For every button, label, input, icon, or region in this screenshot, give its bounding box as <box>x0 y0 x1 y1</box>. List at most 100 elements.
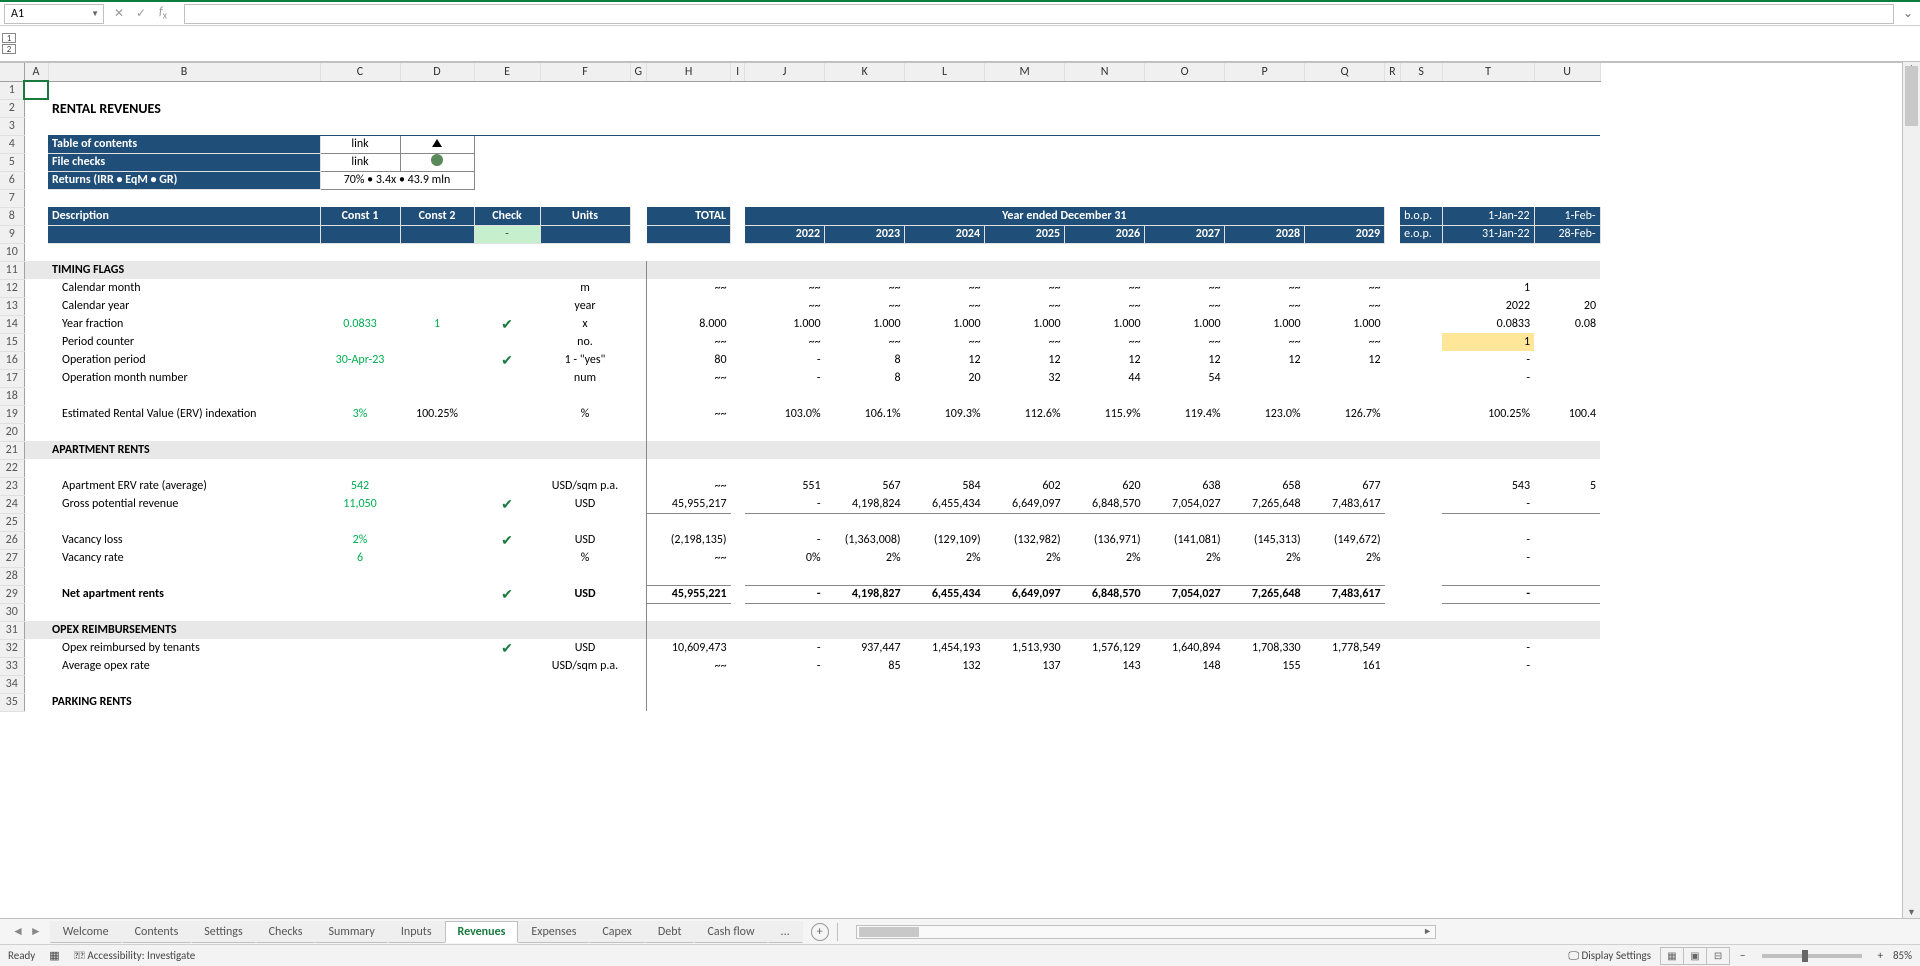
page-layout-view-button[interactable]: ▣ <box>1683 947 1707 965</box>
cancel-icon[interactable]: ✕ <box>110 6 128 21</box>
row-header[interactable]: 34 <box>0 675 24 693</box>
year-cell[interactable]: 567 <box>825 477 905 495</box>
year-cell[interactable]: 85 <box>825 657 905 675</box>
year-cell[interactable]: 126.7% <box>1305 405 1385 423</box>
year-cell[interactable]: 6,455,434 <box>905 585 985 603</box>
year-cell[interactable]: ~~ <box>985 297 1065 315</box>
const2-cell[interactable] <box>400 549 474 567</box>
const2-cell[interactable]: 100.25% <box>400 405 474 423</box>
const1-cell[interactable] <box>320 333 400 351</box>
month-cell[interactable]: 0.0833 <box>1442 315 1534 333</box>
year-cell[interactable]: 7,265,648 <box>1225 495 1305 513</box>
section-header[interactable]: PARKING RENTS <box>48 693 320 711</box>
section-header[interactable]: OPEX REIMBURSEMENTS <box>48 621 320 639</box>
row-header[interactable]: 16 <box>0 351 24 369</box>
year-cell[interactable]: 7,054,027 <box>1145 585 1225 603</box>
total-cell[interactable]: 10,609,473 <box>647 639 731 657</box>
units-cell[interactable]: % <box>540 549 630 567</box>
year-cell[interactable]: 6,455,434 <box>905 495 985 513</box>
year-cell[interactable]: ~~ <box>1305 297 1385 315</box>
year-cell[interactable]: 137 <box>985 657 1065 675</box>
month-cell[interactable]: - <box>1442 351 1534 369</box>
total-cell[interactable]: ~~ <box>647 405 731 423</box>
year-cell[interactable]: 6,848,570 <box>1065 495 1145 513</box>
month-cell[interactable] <box>1534 639 1600 657</box>
col-header[interactable]: N <box>1065 63 1145 81</box>
year-cell[interactable]: 2% <box>1145 549 1225 567</box>
col-header[interactable]: Q <box>1305 63 1385 81</box>
year-cell[interactable]: - <box>745 351 825 369</box>
const2-cell[interactable]: 1 <box>400 315 474 333</box>
year-cell[interactable]: - <box>745 531 825 549</box>
scrollbar-thumb[interactable] <box>1905 66 1918 126</box>
year-cell[interactable]: - <box>745 585 825 603</box>
row-label[interactable]: Calendar year <box>48 297 320 315</box>
row-header[interactable]: 19 <box>0 405 24 423</box>
row-header[interactable]: 8 <box>0 207 24 225</box>
units-cell[interactable]: x <box>540 315 630 333</box>
year-cell[interactable]: (141,081) <box>1145 531 1225 549</box>
year-cell[interactable]: 155 <box>1225 657 1305 675</box>
const2-cell[interactable] <box>400 639 474 657</box>
macro-recorder-icon[interactable]: ▦ <box>49 949 59 962</box>
month-cell[interactable] <box>1534 657 1600 675</box>
total-cell[interactable]: 8.000 <box>647 315 731 333</box>
year-cell[interactable]: 2% <box>1225 549 1305 567</box>
check-cell[interactable]: ✔ <box>474 585 540 603</box>
year-cell[interactable]: 12 <box>1225 351 1305 369</box>
const2-cell[interactable] <box>400 279 474 297</box>
month-cell[interactable]: 20 <box>1534 297 1600 315</box>
const1-cell[interactable] <box>320 639 400 657</box>
year-cell[interactable]: ~~ <box>1065 297 1145 315</box>
year-cell[interactable]: 12 <box>1145 351 1225 369</box>
year-cell[interactable]: 12 <box>1065 351 1145 369</box>
check-cell[interactable]: ✔ <box>474 315 540 333</box>
row-label[interactable]: Period counter <box>48 333 320 351</box>
const1-cell[interactable]: 3% <box>320 405 400 423</box>
const1-cell[interactable] <box>320 585 400 603</box>
year-cell[interactable]: 638 <box>1145 477 1225 495</box>
const2-cell[interactable] <box>400 585 474 603</box>
year-cell[interactable]: 602 <box>985 477 1065 495</box>
year-cell[interactable]: 2% <box>1065 549 1145 567</box>
const1-cell[interactable] <box>320 657 400 675</box>
row-label[interactable]: Opex reimbursed by tenants <box>48 639 320 657</box>
month-cell[interactable]: - <box>1442 639 1534 657</box>
sheet-tab[interactable]: Revenues <box>445 921 519 943</box>
scroll-right-icon[interactable]: ► <box>1421 926 1435 938</box>
month-cell[interactable]: 0.08 <box>1534 315 1600 333</box>
units-cell[interactable]: USD/sqm p.a. <box>540 477 630 495</box>
year-cell[interactable]: 7,483,617 <box>1305 495 1385 513</box>
year-cell[interactable]: 1.000 <box>985 315 1065 333</box>
row-label[interactable]: Vacancy rate <box>48 549 320 567</box>
outline-level-1[interactable]: 1 <box>2 33 16 43</box>
const2-cell[interactable] <box>400 477 474 495</box>
formula-input[interactable] <box>184 4 1894 24</box>
month-cell[interactable]: 100.4 <box>1534 405 1600 423</box>
add-sheet-button[interactable]: + <box>811 923 829 941</box>
sheet-tab[interactable]: Welcome <box>50 921 122 943</box>
check-cell[interactable] <box>474 657 540 675</box>
col-header[interactable]: J <box>745 63 825 81</box>
year-cell[interactable]: 1,576,129 <box>1065 639 1145 657</box>
check-cell[interactable]: ✔ <box>474 531 540 549</box>
row-label[interactable]: Average opex rate <box>48 657 320 675</box>
check-cell[interactable] <box>474 477 540 495</box>
year-cell[interactable]: ~~ <box>1145 279 1225 297</box>
month-cell[interactable]: 1 <box>1442 333 1534 351</box>
const1-cell[interactable]: 6 <box>320 549 400 567</box>
units-cell[interactable]: % <box>540 405 630 423</box>
check-cell[interactable] <box>474 549 540 567</box>
row-label[interactable]: Estimated Rental Value (ERV) indexation <box>48 405 320 423</box>
outline-level-2[interactable]: 2 <box>2 44 16 54</box>
scrollbar-thumb[interactable] <box>859 927 919 937</box>
sheet-tab[interactable]: Checks <box>256 921 316 943</box>
col-header[interactable]: F <box>540 63 630 81</box>
year-cell[interactable]: 115.9% <box>1065 405 1145 423</box>
year-cell[interactable]: 109.3% <box>905 405 985 423</box>
year-cell[interactable]: (1,363,008) <box>825 531 905 549</box>
year-cell[interactable]: - <box>745 639 825 657</box>
year-cell[interactable]: ~~ <box>745 297 825 315</box>
year-cell[interactable]: ~~ <box>1145 297 1225 315</box>
col-header[interactable]: T <box>1442 63 1534 81</box>
